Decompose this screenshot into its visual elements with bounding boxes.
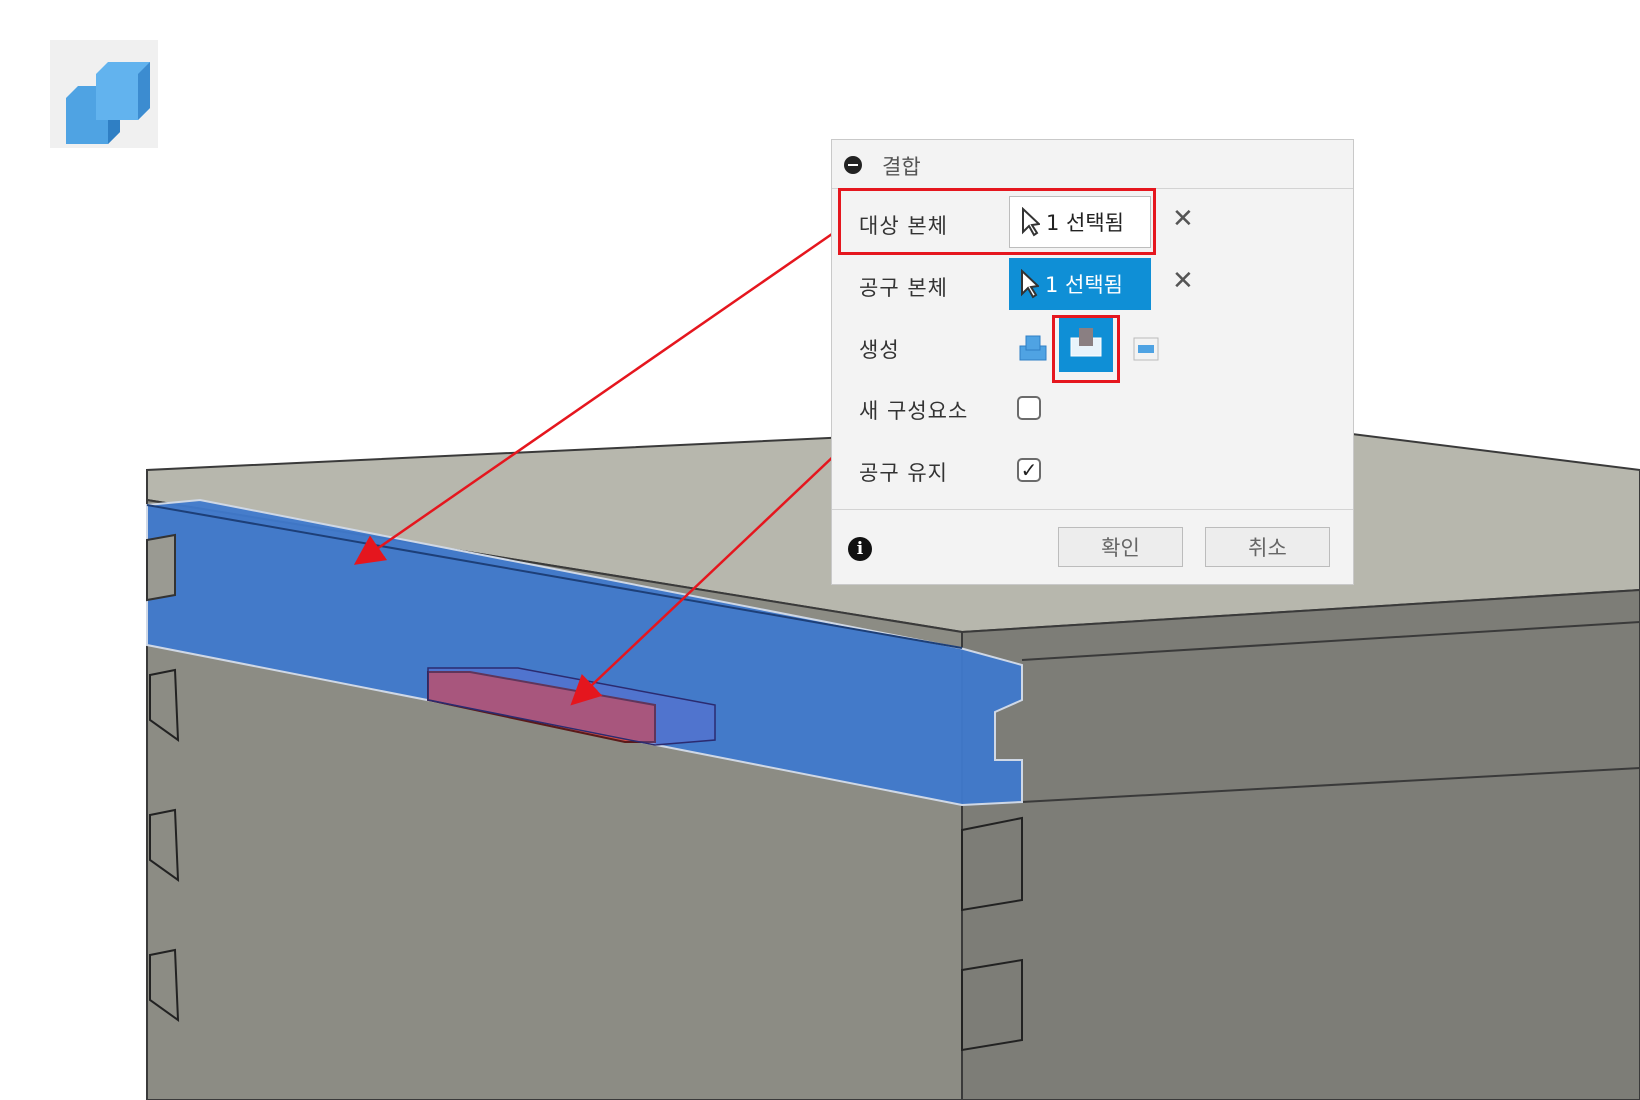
cursor-icon: [1021, 269, 1039, 299]
box-right-face: [961, 588, 1640, 1100]
cancel-button[interactable]: 취소: [1205, 527, 1330, 567]
tool-label: 공구 본체: [859, 276, 948, 300]
panel-footer: i 확인 취소: [832, 509, 1353, 586]
target-row-highlight: [838, 188, 1156, 255]
tool-select-button[interactable]: 1 선택됨: [1009, 258, 1151, 310]
clear-tool-icon[interactable]: ✕: [1172, 266, 1194, 296]
join-icon[interactable]: [1016, 330, 1050, 364]
intersect-icon[interactable]: [1130, 332, 1164, 366]
clear-target-icon[interactable]: ✕: [1172, 204, 1194, 234]
combine-tool-icon: [50, 40, 158, 148]
ok-button[interactable]: 확인: [1058, 527, 1183, 567]
collapse-icon[interactable]: [844, 156, 862, 174]
keep-tools-label: 공구 유지: [859, 461, 948, 485]
dovetail-right-1: [961, 816, 1023, 912]
operation-label: 생성: [859, 338, 900, 362]
cut-highlight: [1052, 315, 1120, 383]
panel-header: 결합: [832, 140, 1353, 189]
new-component-label: 새 구성요소: [859, 399, 969, 423]
tool-select-value: 1 선택됨: [1045, 273, 1123, 297]
dovetail-right-2: [961, 958, 1023, 1052]
new-component-checkbox[interactable]: [1017, 396, 1041, 420]
info-icon[interactable]: i: [848, 537, 872, 561]
keep-tools-checkbox[interactable]: ✓: [1017, 458, 1041, 482]
viewport-scene[interactable]: [0, 0, 1640, 1100]
panel-title: 결합: [882, 155, 921, 179]
dovetail-left: [146, 533, 176, 602]
